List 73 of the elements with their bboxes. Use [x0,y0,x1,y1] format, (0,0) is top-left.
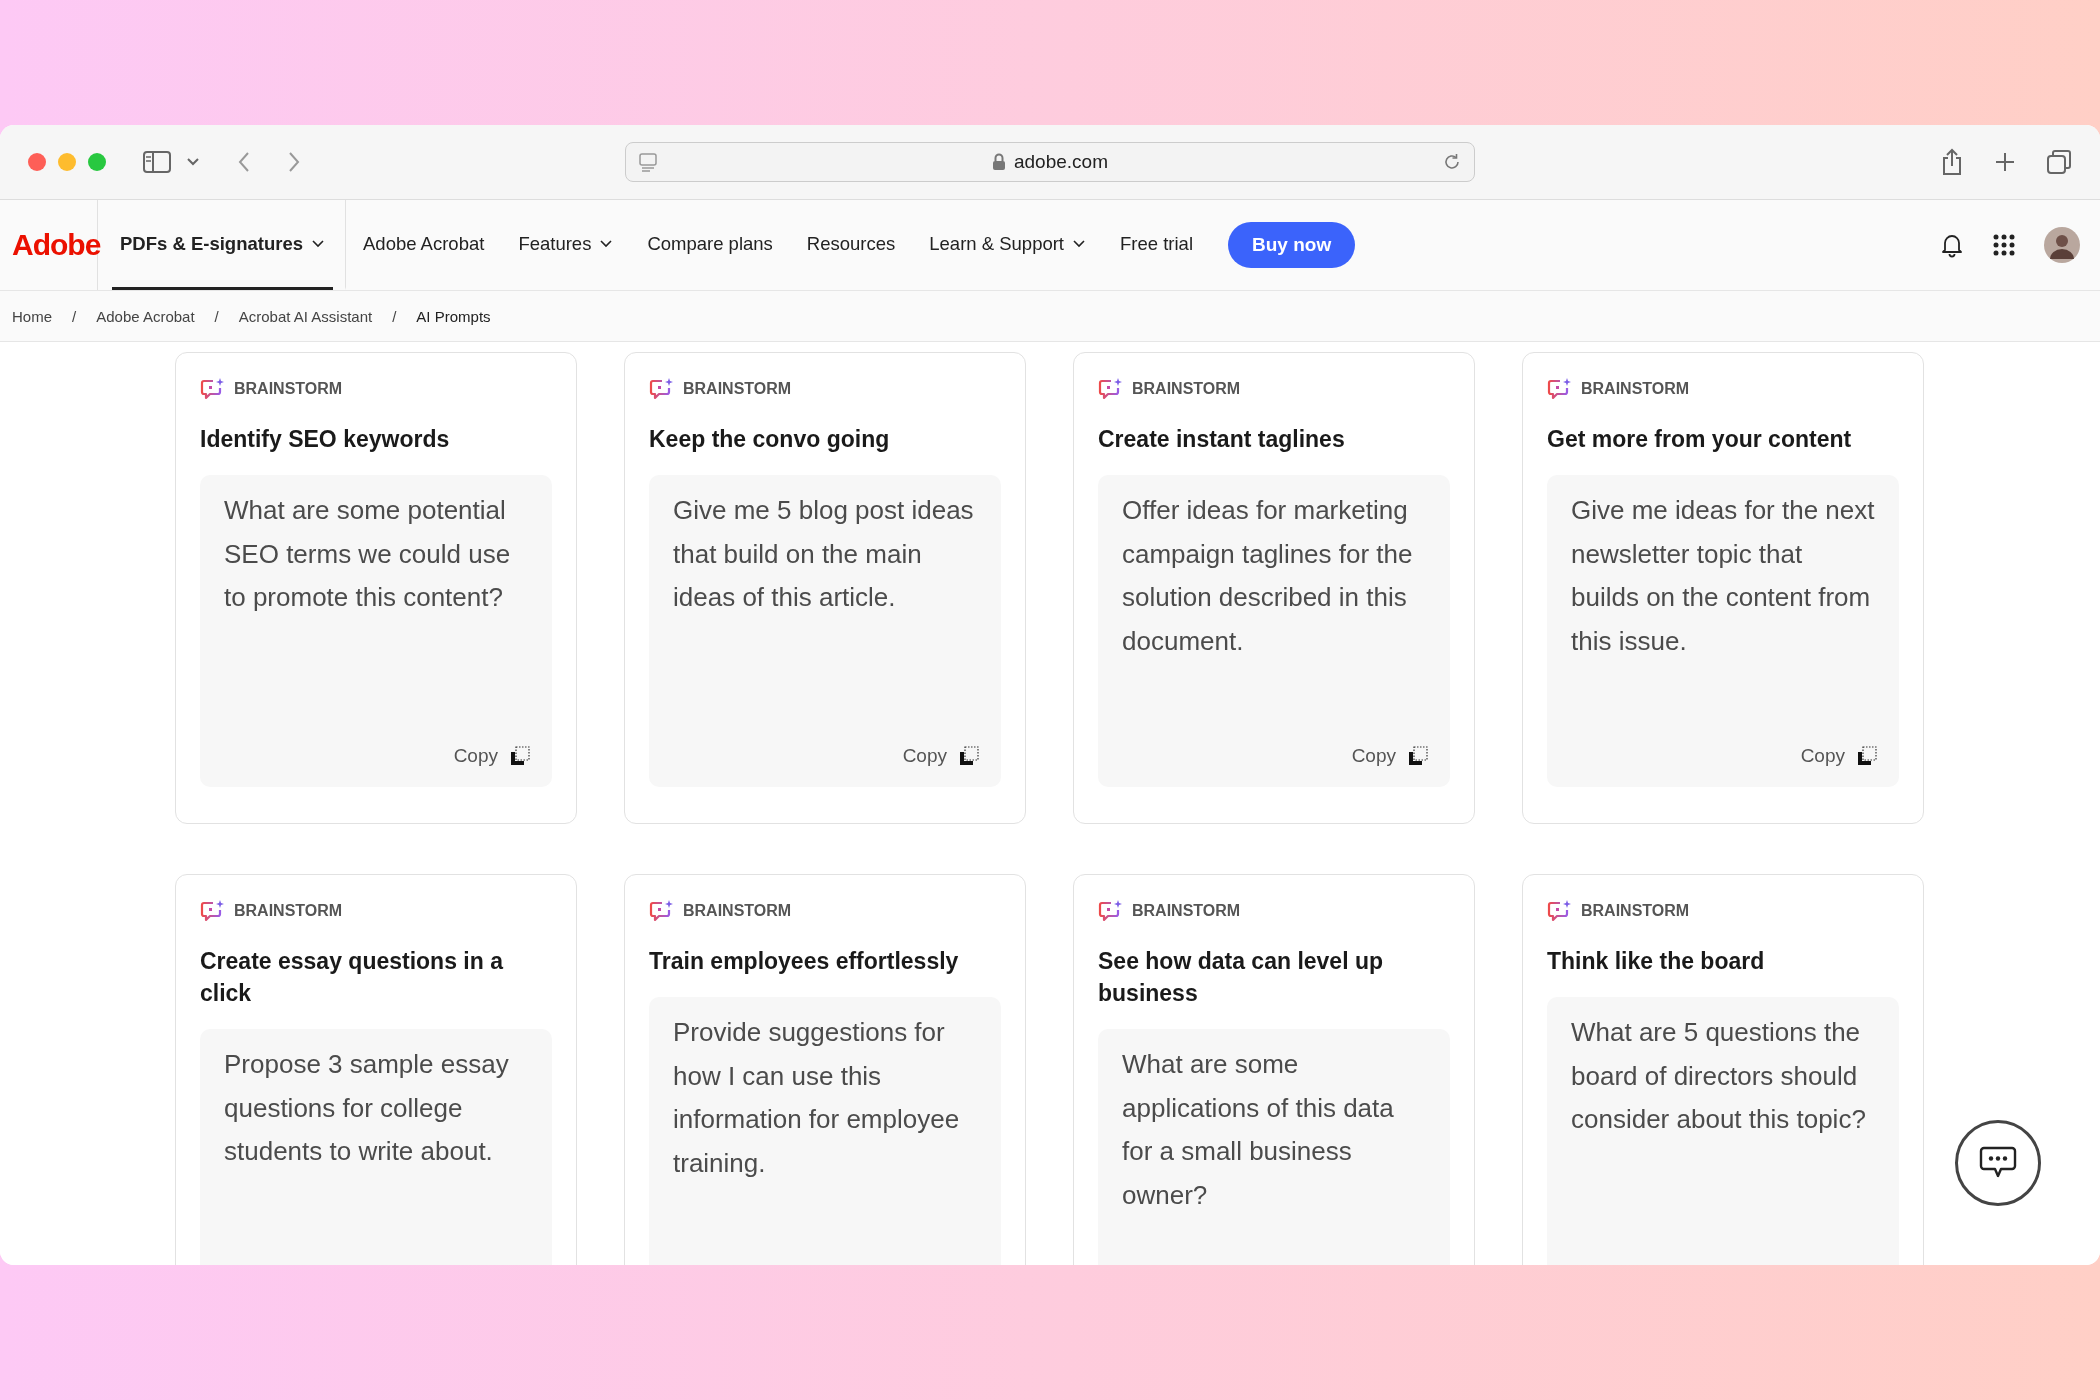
breadcrumb-link[interactable]: Home [12,307,52,325]
prompt-text: What are 5 questions the board of directors should consider about this topic? [1571,1016,1867,1136]
category-label: BRAINSTORM [234,380,343,398]
brainstorm-icon [1547,377,1573,401]
breadcrumb-separator: / [214,307,219,325]
prompt-text: Offer ideas for marketing campaign taglines for the solution described in this document. [1122,494,1414,658]
address-bar[interactable]: adobe.com [625,142,1475,182]
category-label: BRAINSTORM [1581,380,1690,398]
tabs-icon[interactable] [2046,149,2072,175]
card-title: Train employees effortlessly [649,947,960,976]
card-title: Think like the board [1547,947,1766,976]
page-icon [638,152,658,172]
category-label: BRAINSTORM [1581,902,1690,920]
nav-item[interactable]: Adobe Acrobat [345,200,502,290]
card-title: See how data can level up business [1098,947,1385,1008]
prompt-text: Propose 3 sample essay questions for college students to write about. [224,1048,510,1168]
brainstorm-icon [649,899,675,923]
url-text: adobe.com [1014,151,1108,173]
nav-item[interactable]: Free trial [1103,200,1210,290]
prompt-text: What are some applications of this data for a small business owner? [1122,1048,1395,1212]
copy-icon [1857,746,1877,766]
category-label: BRAINSTORM [1132,380,1241,398]
category-label: BRAINSTORM [1132,902,1241,920]
prompt-text: Give me 5 blog post ideas that build on the main ideas of this article. [673,494,975,614]
plus-icon[interactable] [1994,151,2016,173]
copy-button[interactable]: Copy [902,745,979,767]
back-icon[interactable] [236,150,252,174]
brainstorm-icon [200,899,226,923]
bell-icon[interactable] [1940,232,1964,258]
chevron-down-icon [599,238,614,249]
category-label: BRAINSTORM [683,380,792,398]
brainstorm-icon [1547,899,1573,923]
chevron-down-icon [311,238,325,249]
chevron-down-icon[interactable] [186,157,200,167]
card-title: Keep the convo going [649,425,891,454]
buy-now-button[interactable]: Buy now [1228,222,1356,268]
prompt-text: Give me ideas for the next newsletter topic that builds on the content from this issue. [1571,494,1876,658]
forward-icon[interactable] [286,150,302,174]
chevron-down-icon [1072,238,1086,249]
nav-item[interactable]: Resources [789,200,913,290]
copy-button[interactable]: Copy [1800,745,1877,767]
copy-icon [959,746,979,766]
breadcrumb-link[interactable]: Adobe Acrobat [96,307,195,325]
brainstorm-icon [1098,899,1124,923]
copy-icon [1408,746,1428,766]
apps-grid-icon[interactable] [1992,233,2016,257]
category-label: BRAINSTORM [234,902,343,920]
card-title: Get more from your content [1547,425,1853,454]
card-title: Identify SEO keywords [200,425,451,454]
copy-icon [510,746,530,766]
brainstorm-icon [200,377,226,401]
breadcrumb-separator: / [392,307,397,325]
breadcrumb-link[interactable]: Acrobat AI Assistant [238,307,373,325]
brainstorm-icon [1098,377,1124,401]
sidebar-icon[interactable] [142,150,172,174]
card-title: Create instant taglines [1098,425,1346,454]
brainstorm-icon [649,377,675,401]
reload-icon[interactable] [1442,152,1462,172]
nav-item[interactable]: Features [501,200,631,290]
nav-item[interactable]: Compare plans [630,200,790,290]
prompt-text: What are some potential SEO terms we could use to promote this content? [224,494,512,614]
breadcrumb-separator: / [72,307,77,325]
lock-icon [992,153,1006,171]
prompt-text: Provide suggestions for how I can use this information for employee training. [673,1016,961,1180]
close-button[interactable] [28,153,46,171]
share-icon[interactable] [1940,148,1964,176]
copy-button[interactable]: Copy [453,745,530,767]
nav-item[interactable]: Learn & Support [912,200,1103,290]
breadcrumb-link[interactable]: AI Prompts [416,307,491,325]
copy-button[interactable]: Copy [1351,745,1428,767]
card-title: Create essay questions in a click [200,947,505,1008]
category-label: BRAINSTORM [683,902,792,920]
avatar[interactable] [2044,227,2080,263]
